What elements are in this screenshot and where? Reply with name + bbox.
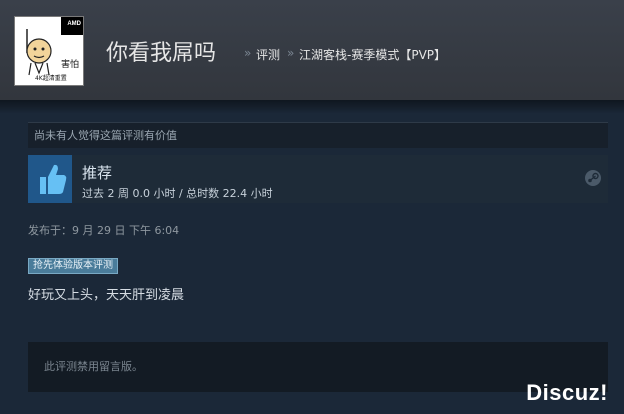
recommendation-box: 推荐 过去 2 周 0.0 小时 / 总时数 22.4 小时 <box>28 155 608 203</box>
breadcrumb-separator: » <box>244 46 252 60</box>
avatar-face-icon <box>26 29 52 76</box>
avatar-badge-text: AMD <box>67 21 81 27</box>
review-page: AMD 害怕 4K超清重置 你看我屌吗 » 评测 » 江湖客栈-赛季模式【PVP… <box>0 0 624 414</box>
posted-date: 发布于：9 月 29 日 下午 6:04 <box>28 224 180 237</box>
avatar-caption: 害怕 <box>61 60 80 70</box>
playtime-hours: 过去 2 周 0.0 小时 / 总时数 22.4 小时 <box>82 187 273 200</box>
profile-name-link[interactable]: 你看我屌吗 <box>106 35 216 67</box>
watermark-logo: Discuz! <box>526 380 608 405</box>
breadcrumb-reviews-link[interactable]: 评测 <box>256 46 280 63</box>
avatar[interactable]: AMD 害怕 4K超清重置 <box>14 16 84 86</box>
review-body: 好玩又上头，天天肝到凌晨 <box>28 288 185 303</box>
breadcrumb-game-link[interactable]: 江湖客栈-赛季模式【PVP】 <box>299 46 446 63</box>
avatar-subcaption: 4K超清重置 <box>35 75 67 82</box>
helpful-count: 尚未有人觉得这篇评测有价值 <box>28 122 608 148</box>
header-shadow <box>0 100 624 114</box>
profile-header: AMD 害怕 4K超清重置 你看我屌吗 » 评测 » 江湖客栈-赛季模式【PVP… <box>0 0 624 100</box>
steam-icon <box>585 170 601 186</box>
comments-disabled-notice: 此评测禁用留言版。 <box>28 342 608 392</box>
thumbs-up-icon <box>28 155 72 203</box>
recommendation-label: 推荐 <box>82 164 113 182</box>
breadcrumb-separator: » <box>287 46 295 60</box>
avatar-badge: AMD <box>61 17 83 35</box>
early-access-badge: 抢先体验版本评测 <box>28 258 118 274</box>
